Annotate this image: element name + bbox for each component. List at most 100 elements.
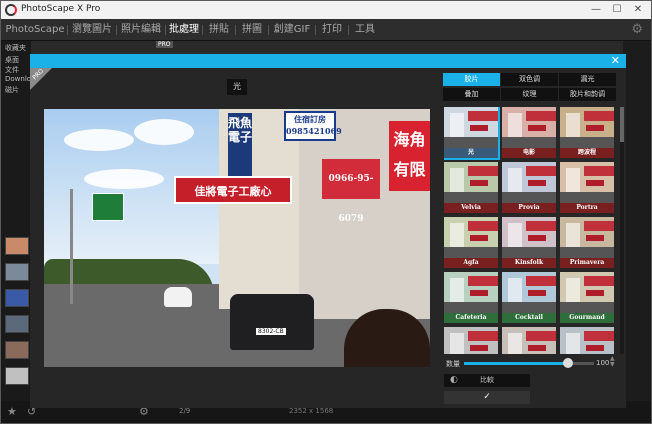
street-pole: [70, 189, 73, 304]
filter-thumbnail[interactable]: 跨波程: [560, 107, 614, 158]
thumbnail[interactable]: [5, 263, 29, 281]
thumbnail[interactable]: [5, 237, 29, 255]
thumbnail[interactable]: [5, 315, 29, 333]
filter-preview-shape: [470, 125, 488, 131]
tab-film[interactable]: 胶片: [443, 73, 500, 86]
filter-preview-shape: [470, 235, 488, 241]
folder-item[interactable]: 收藏夹: [5, 43, 26, 53]
menu-tools[interactable]: 工具: [349, 19, 381, 41]
filter-preview-shape: [584, 166, 614, 176]
filter-thumbnail[interactable]: Provia: [502, 162, 556, 213]
filter-preview-image: [560, 217, 614, 258]
filter-preview-shape: [502, 137, 556, 148]
filter-thumbnail[interactable]: Cocktail: [502, 272, 556, 323]
tab-texture[interactable]: 纹理: [501, 88, 558, 101]
thumbnail[interactable]: [5, 341, 29, 359]
star-icon[interactable]: ★: [7, 405, 17, 418]
car: 8302-CB: [230, 294, 314, 350]
filter-preview-image: [502, 107, 556, 148]
filter-preview-shape: [526, 331, 556, 341]
filter-label: Gourmand: [560, 313, 614, 323]
menu-combine[interactable]: 拼圖: [236, 19, 268, 41]
menu-batch[interactable]: 批處理: [166, 19, 202, 41]
tab-duotone[interactable]: 双色调: [501, 73, 558, 86]
filter-thumbnail[interactable]: Portra: [560, 162, 614, 213]
filter-preview-shape: [444, 302, 498, 313]
folder-item[interactable]: 桌面: [5, 55, 19, 65]
menu-editor[interactable]: 照片編輯: [117, 19, 165, 41]
close-window-button[interactable]: ✕: [631, 3, 645, 17]
cloud: [134, 119, 194, 145]
filter-preview-shape: [560, 247, 614, 258]
filter-preview-shape: [468, 331, 498, 341]
big-red-sign: 海角有限: [389, 121, 430, 191]
order-sign-title: 住宿訂房: [294, 114, 326, 124]
amount-label: 数量: [446, 360, 460, 368]
filter-thumbnail[interactable]: Cafeteria: [444, 272, 498, 323]
filter-thumbnail[interactable]: 电影: [502, 107, 556, 158]
filter-preview-shape: [584, 221, 614, 231]
filter-thumbnail[interactable]: Kinsfolk: [502, 217, 556, 268]
folder-item[interactable]: 文件: [5, 65, 19, 75]
filter-scrollbar[interactable]: [620, 107, 624, 354]
menu-viewer[interactable]: 瀏覽圖片: [68, 19, 116, 41]
filter-label: Velvia: [444, 203, 498, 213]
filter-thumbnail[interactable]: [560, 327, 614, 354]
filter-preview-shape: [560, 302, 614, 313]
filter-thumbnail[interactable]: Primavera: [560, 217, 614, 268]
car: [164, 287, 192, 307]
app-logo-icon: [5, 4, 17, 16]
close-icon[interactable]: ✕: [611, 54, 620, 68]
photo-preview: 飛魚電子 住宿訂房 0985421069 佳將電子工廠心 0966-95-607…: [44, 109, 430, 367]
filter-preview-shape: [502, 192, 556, 203]
thumbnail[interactable]: [5, 289, 29, 307]
filter-preview-image: [560, 327, 614, 354]
filter-thumbnail[interactable]: Agfa: [444, 217, 498, 268]
filter-preview-shape: [444, 247, 498, 258]
road-sign: [92, 193, 124, 221]
filter-preview-shape: [526, 221, 556, 231]
menu-print[interactable]: 打印: [316, 19, 348, 41]
maximize-button[interactable]: ☐: [610, 3, 624, 17]
filter-preview-shape: [584, 331, 614, 341]
filter-preview-shape: [508, 333, 522, 354]
order-sign: 住宿訂房 0985421069: [284, 111, 342, 141]
filter-thumbnail[interactable]: [502, 327, 556, 354]
preview-caption: 光: [227, 79, 247, 95]
amount-slider[interactable]: [464, 358, 594, 368]
ok-button[interactable]: ✓: [444, 391, 530, 404]
main-menu: PhotoScape X 瀏覽圖片 照片編輯 批處理 拼貼 拼圖 創建GIF 打…: [1, 19, 651, 57]
filter-label: 跨波程: [560, 148, 614, 158]
filter-category-tabs: 胶片 双色调 漏光 叠加 纹理 胶片和韵调: [443, 73, 617, 101]
amount-stepper[interactable]: ▲ ▼: [610, 356, 615, 368]
filter-preview-shape: [450, 333, 464, 354]
folder-item[interactable]: 磁片: [5, 85, 19, 95]
filter-preview-image: [444, 162, 498, 203]
tab-film-tone[interactable]: 胶片和韵调: [559, 88, 616, 101]
thumbnail[interactable]: [5, 367, 29, 385]
menu-create-gif[interactable]: 創建GIF: [269, 19, 315, 41]
filter-label: Agfa: [444, 258, 498, 268]
compare-icon: ◐: [450, 375, 458, 385]
filter-preview-image: [444, 107, 498, 148]
filter-preview-shape: [502, 247, 556, 258]
filter-thumbnail[interactable]: Velvia: [444, 162, 498, 213]
menu-collage[interactable]: 拼貼: [203, 19, 235, 41]
filter-thumbnail[interactable]: [444, 327, 498, 354]
gear-icon[interactable]: ⚙: [631, 22, 643, 37]
filter-thumbnail[interactable]: Gourmand: [560, 272, 614, 323]
tab-light-leak[interactable]: 漏光: [559, 73, 616, 86]
menu-photoscape-x[interactable]: PhotoScape X: [3, 19, 67, 57]
filter-preview-shape: [584, 276, 614, 286]
filter-preview-shape: [560, 137, 614, 148]
filter-preview-image: [560, 107, 614, 148]
minimize-button[interactable]: —: [589, 3, 603, 17]
scrollbar-thumb[interactable]: [620, 107, 624, 142]
tab-overlay[interactable]: 叠加: [443, 88, 500, 101]
slider-knob[interactable]: [563, 358, 573, 368]
filter-preview-shape: [528, 290, 546, 296]
filter-thumbnail[interactable]: 光: [444, 107, 500, 160]
tile-sign: 0966-95-6079: [322, 159, 380, 224]
filter-preview-image: [502, 272, 556, 313]
image-size-label: 2352 x 1568: [289, 407, 334, 415]
